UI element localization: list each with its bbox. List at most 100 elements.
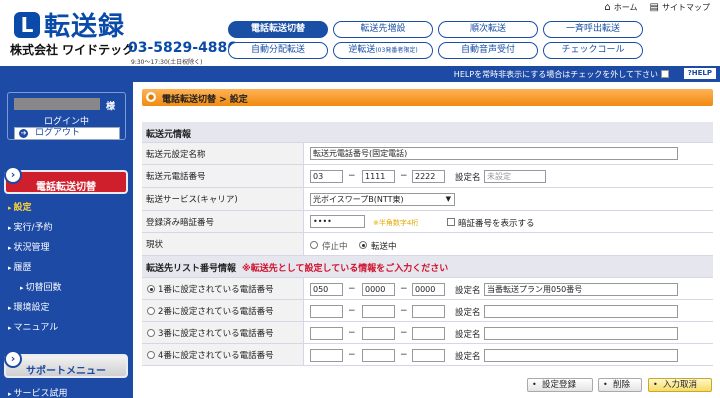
dest-row-label-text: 2番に設定されている電話番号 [158,306,274,317]
dash: − [400,284,408,294]
register-button[interactable]: • 設定登録 [527,378,593,392]
sidebar-item-execute[interactable]: ▸ 実行/予約 [8,220,53,233]
home-label: ホーム [613,3,638,12]
nav-tensosaki-zosetsu[interactable]: 転送先増設 [333,21,433,38]
triangle-icon: ▸ [8,390,12,398]
triangle-icon: ▸ [8,264,12,272]
logout-button[interactable]: ➔ ログアウト [14,127,120,140]
register-label: 設定登録 [542,380,577,390]
help-checkbox[interactable] [661,70,669,78]
row-service: 転送サービス(キャリア) 光ボイスワープB(NTT東) ▼ [142,188,713,211]
dash: − [348,328,356,338]
pin-input[interactable]: •••• [310,215,365,228]
chevron-down-icon: ▼ [445,195,451,203]
status-forwarding-label: 転送中 [371,242,397,252]
home-icon: ⌂ [604,2,611,13]
page-title-bar: ● 電話転送切替 > 設定 [142,89,713,106]
triangle-icon: ▸ [8,224,12,232]
logo[interactable]: L 転送録 [14,6,125,43]
user-box: 様 ログイン中 ➔ ログアウト [7,92,126,140]
dest3-phone-part3[interactable] [412,327,445,340]
delete-button[interactable]: • 削除 [598,378,642,392]
dest-radio-4[interactable] [147,351,155,359]
service-select[interactable]: 光ボイスワープB(NTT東) ▼ [310,193,455,206]
sitemap-label: サイトマップ [662,3,710,12]
dest-name-label: 設定名 [455,330,481,340]
sidebar-item-environment[interactable]: ▸ 環境設定 [8,300,50,313]
dest1-phone-part2[interactable]: 0000 [362,283,395,296]
source-name-input[interactable]: 転送元電話番号(固定電話) [310,147,678,160]
nav-gyaku-tenso-note: (03発番者限定) [375,47,418,54]
help-band: HELPを常時非表示にする場合はチェックを外して下さい ?HELP [0,66,720,82]
dest4-phone-part3[interactable] [412,349,445,362]
source-name-label: 転送元設定名称 [142,143,304,164]
logo-text: 転送録 [44,12,126,42]
home-link[interactable]: ⌂ ホーム [604,2,637,13]
dest1-name-input[interactable]: 当番転送プラン用050番号 [484,283,678,296]
sidebar-item-settings[interactable]: ▸ 設定 [8,200,32,213]
sidebar-item-label: マニュアル [13,323,59,333]
sitemap-link[interactable]: ▤ サイトマップ [650,2,710,13]
sidebar-item-status[interactable]: ▸ 状況管理 [8,240,50,253]
row-source-name: 転送元設定名称 転送元電話番号(固定電話) [142,143,713,165]
dash: − [400,306,408,316]
dest2-phone-part3[interactable] [412,305,445,318]
dest-radio-2[interactable] [147,307,155,315]
breadcrumb: 電話転送切替 > 設定 [162,95,248,105]
sidebar: 様 ログイン中 ➔ ログアウト › 電話転送切替 ▸ 設定 ▸ 実行/予約 ▸ 状況管… [0,82,133,398]
status-radio-forwarding[interactable] [359,241,367,249]
bullet-icon: ● [146,92,156,102]
user-honorific: 様 [105,102,115,112]
dest-name-label: 設定名 [455,352,481,362]
bullet-icon: • [532,380,537,389]
sidebar-item-switch-count[interactable]: ▸ 切替回数 [20,280,62,293]
show-pin-checkbox[interactable] [447,218,455,226]
section-support-menu[interactable]: › サポートメニュー [4,350,128,378]
dest4-name-input[interactable] [484,349,678,362]
sidebar-item-history[interactable]: ▸ 履歴 [8,260,32,273]
source-phone-part1[interactable]: 03 [310,170,343,183]
dest1-phone-part1[interactable]: 050 [310,283,343,296]
dest-section-title: 転送先リスト番号情報 [146,264,237,274]
nav-issei-yobidashi[interactable]: 一斉呼出転送 [543,21,643,38]
dest2-phone-part2[interactable] [362,305,395,318]
dest1-phone-part3[interactable]: 0000 [412,283,445,296]
sidebar-item-trial[interactable]: ▸ サービス試用 [8,386,68,398]
source-section-title: 転送元情報 [146,130,192,140]
nav-check-call[interactable]: チェックコール [543,42,643,59]
dest3-phone-part2[interactable] [362,327,395,340]
source-phone-label: 転送元電話番号 [142,165,304,187]
arrow-right-icon: ➔ [19,129,28,138]
dest3-phone-part1[interactable] [310,327,343,340]
sidebar-item-label: 環境設定 [13,303,50,313]
dest-radio-3[interactable] [147,329,155,337]
nav-jido-bunpai[interactable]: 自動分配転送 [228,42,328,59]
dest4-phone-part1[interactable] [310,349,343,362]
logout-label: ログアウト [35,128,81,138]
dest-radio-1[interactable] [147,285,155,293]
dest-row-1: 1番に設定されている電話番号 050 − 0000 − 0000 設定名 当番転… [142,278,713,300]
source-phone-part2[interactable]: 1111 [362,170,395,183]
bullet-icon: • [653,380,658,389]
dest-warning: ※転送先として設定している情報をご入力ください [242,264,449,274]
service-selected: 光ボイスワープB(NTT東) [313,195,404,204]
nav-denwa-tenso-kirikae[interactable]: 電話転送切替 [228,21,328,38]
dest4-phone-part2[interactable] [362,349,395,362]
dest-row-label-text: 1番に設定されている電話番号 [158,284,274,295]
source-phone-part3[interactable]: 2222 [412,170,445,183]
nav-junji-tenso[interactable]: 順次転送 [438,21,538,38]
sidebar-item-manual[interactable]: ▸ マニュアル [8,320,58,333]
nav-jido-onsei[interactable]: 自動音声受付 [438,42,538,59]
nav-gyaku-tenso[interactable]: 逆転送(03発番者限定) [333,42,433,59]
cancel-input-button[interactable]: • 入力取消 [648,378,712,392]
triangle-icon: ▸ [20,284,24,292]
dest2-name-input[interactable] [484,305,678,318]
status-radio-stopped[interactable] [310,241,318,249]
triangle-icon: ▸ [8,204,12,212]
section-denwa-tenso-kirikae[interactable]: › 電話転送切替 [4,166,128,194]
setting-name-input[interactable]: 未設定 [484,170,546,183]
dest3-name-input[interactable] [484,327,678,340]
pin-label: 登録済み暗証番号 [142,211,304,232]
dest2-phone-part1[interactable] [310,305,343,318]
help-button[interactable]: ?HELP [683,68,716,79]
